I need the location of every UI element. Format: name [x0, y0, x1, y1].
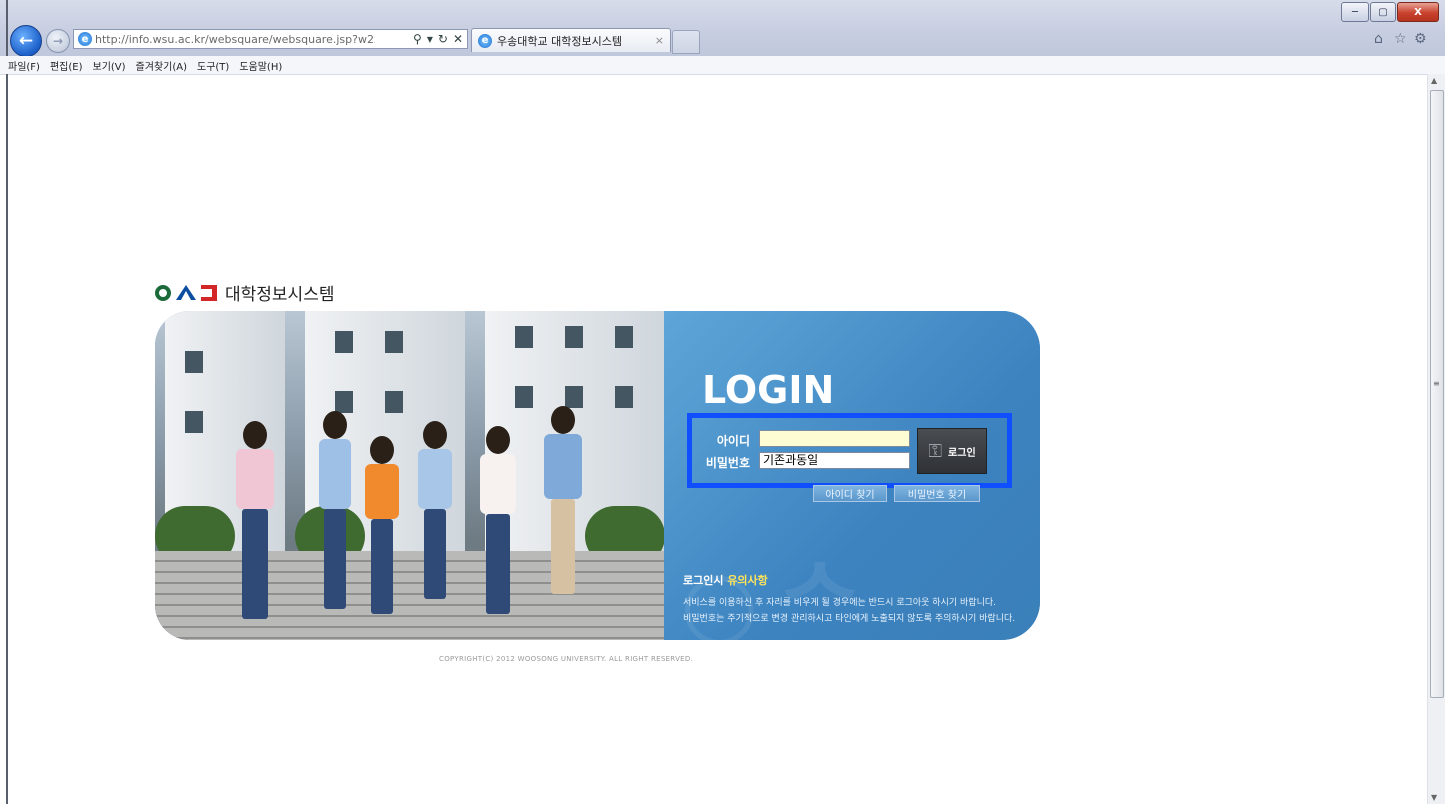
scroll-grip-icon: ≡ — [1433, 379, 1440, 388]
logo-square-icon — [201, 284, 217, 301]
ie-page-icon: e — [78, 32, 92, 46]
forward-arrow-icon: → — [52, 34, 64, 48]
scroll-up-icon[interactable]: ▲ — [1431, 76, 1437, 85]
notice-title-highlight: 유의사항 — [727, 574, 768, 587]
maximize-button[interactable]: ▢ — [1370, 2, 1396, 22]
minimize-button[interactable]: ─ — [1341, 2, 1369, 22]
campus-photo — [155, 311, 664, 640]
id-label: 아이디 — [716, 434, 750, 448]
ie-tab-icon: e — [478, 33, 492, 48]
address-tools: ⚲ ▾ ↻ ✕ — [408, 32, 463, 46]
search-icon[interactable]: ⚲ — [413, 32, 422, 46]
menu-help[interactable]: 도움말(H) — [239, 58, 282, 73]
menu-view[interactable]: 보기(V) — [93, 58, 126, 73]
new-tab-button[interactable] — [672, 30, 700, 54]
back-arrow-icon: ← — [18, 31, 34, 51]
university-logo: 대학정보시스템 — [155, 280, 334, 305]
notice-title-prefix: 로그인시 — [683, 574, 728, 587]
scroll-thumb[interactable] — [1430, 90, 1444, 698]
forward-button[interactable]: → — [46, 29, 70, 53]
logo-triangle-icon — [176, 285, 196, 300]
password-label: 비밀번호 — [705, 456, 750, 470]
tab-active[interactable]: e 우송대학교 대학정보시스템 × — [471, 28, 671, 52]
dropdown-icon[interactable]: ▾ — [427, 32, 433, 46]
login-button[interactable]: ⚿ 로그인 — [917, 428, 987, 474]
notice-line-1: 서비스를 이용하신 후 자리를 비우게 될 경우에는 반드시 로그아웃 하시기 … — [683, 598, 996, 608]
menu-file[interactable]: 파일(F) — [8, 58, 40, 73]
window-edge — [6, 0, 8, 56]
stop-icon[interactable]: ✕ — [453, 32, 463, 46]
close-window-button[interactable]: X — [1397, 2, 1439, 22]
copyright-text: COPYRIGHT(C) 2012 WOOSONG UNIVERSITY. AL… — [439, 655, 694, 663]
menu-tools[interactable]: 도구(T) — [197, 58, 229, 73]
menu-edit[interactable]: 편집(E) — [50, 58, 83, 73]
back-button[interactable]: ← — [10, 25, 42, 57]
tab-title: 우송대학교 대학정보시스템 — [497, 34, 622, 48]
window-controls: ─ ▢ X — [1340, 2, 1439, 22]
gear-icon[interactable]: ⚙ — [1414, 31, 1427, 47]
home-icon[interactable]: ⌂ — [1374, 31, 1383, 47]
menu-favorites[interactable]: 즐겨찾기(A) — [136, 58, 187, 73]
star-icon[interactable]: ☆ — [1394, 31, 1407, 47]
refresh-icon[interactable]: ↻ — [438, 32, 448, 46]
window-edge-lower — [6, 74, 8, 804]
login-title: LOGIN — [702, 368, 835, 412]
find-id-button[interactable]: 아이디 찾기 — [813, 485, 887, 502]
find-password-button[interactable]: 비밀번호 찾기 — [894, 485, 980, 502]
browser-chrome: ─ ▢ X ← → e http://info.wsu.ac.kr/websqu… — [0, 0, 1445, 57]
scroll-down-icon[interactable]: ▼ — [1431, 793, 1437, 802]
login-button-label: 로그인 — [948, 447, 976, 459]
notice-line-2: 비밀번호는 주기적으로 변경 관리하시고 타인에게 노출되지 않도록 주의하시기… — [683, 614, 1016, 624]
notice-title: 로그인시 유의사항 — [683, 572, 768, 588]
address-bar[interactable]: e http://info.wsu.ac.kr/websquare/websqu… — [73, 29, 468, 49]
address-url[interactable]: http://info.wsu.ac.kr/websquare/websquar… — [95, 33, 375, 46]
key-icon: ⚿ — [928, 440, 943, 462]
vertical-scrollbar[interactable]: ▲ ≡ ▼ — [1427, 74, 1445, 804]
menu-bar: 파일(F) 편집(E) 보기(V) 즐겨찾기(A) 도구(T) 도움말(H) — [0, 56, 1445, 75]
logo-circle-icon — [155, 284, 171, 301]
logo-text: 대학정보시스템 — [225, 285, 335, 305]
password-input[interactable]: 기존과동일 — [759, 452, 910, 469]
id-input[interactable] — [759, 430, 910, 447]
tab-close-icon[interactable]: × — [655, 34, 664, 47]
